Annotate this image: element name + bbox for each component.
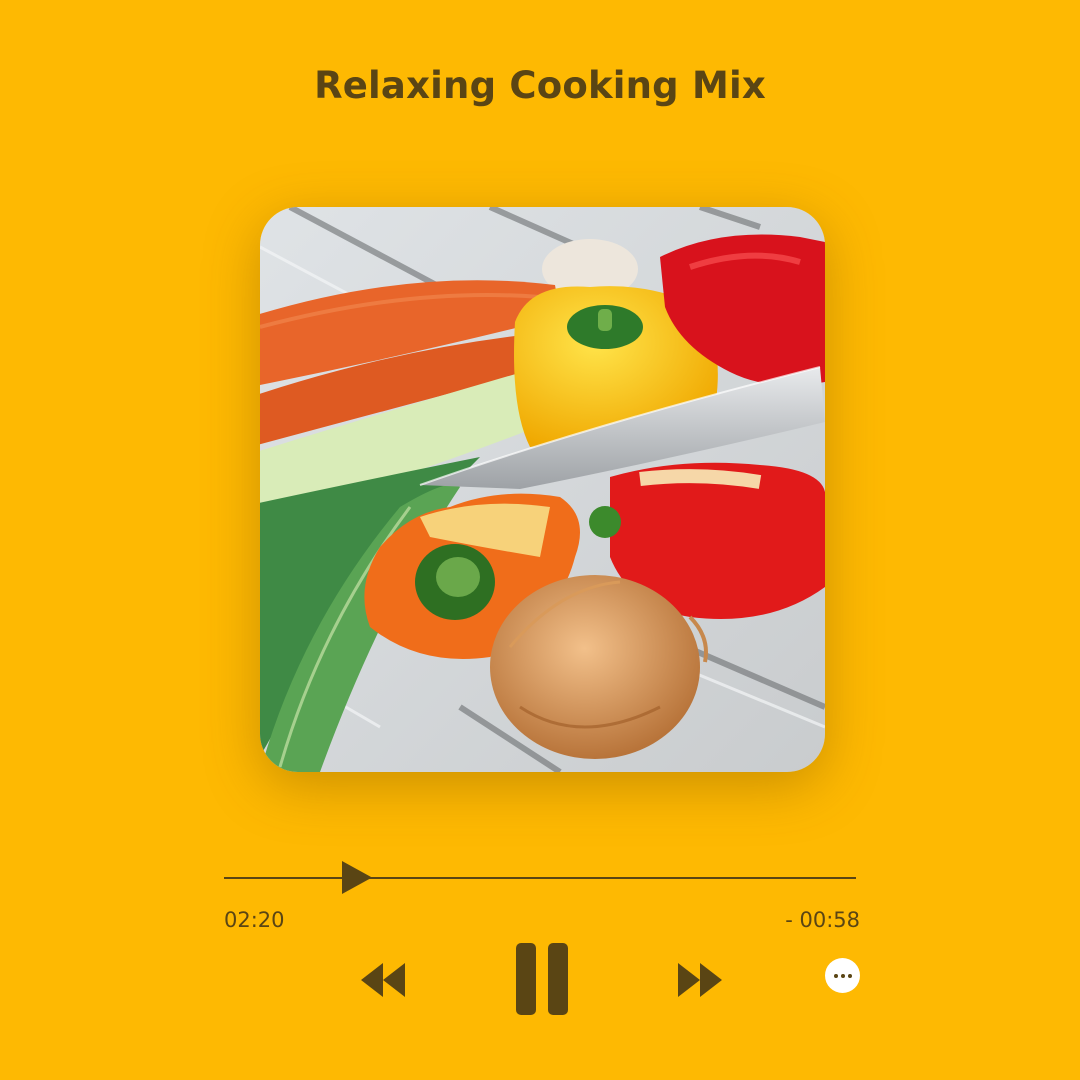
- pause-icon[interactable]: [514, 943, 570, 1017]
- dot-icon: [833, 973, 838, 978]
- vegetables-artwork-image: [260, 207, 825, 772]
- elapsed-time: 02:20: [224, 908, 285, 932]
- progress-bar[interactable]: [224, 877, 856, 879]
- progress-handle[interactable]: [342, 861, 372, 894]
- more-options-icon[interactable]: [825, 958, 860, 993]
- remaining-time: - 00:58: [785, 908, 860, 932]
- rewind-icon[interactable]: [361, 963, 407, 997]
- album-artwork: [260, 207, 825, 772]
- dot-icon: [840, 973, 845, 978]
- fast-forward-icon[interactable]: [678, 963, 724, 997]
- playlist-title: Relaxing Cooking Mix: [314, 64, 766, 107]
- dot-icon: [847, 973, 852, 978]
